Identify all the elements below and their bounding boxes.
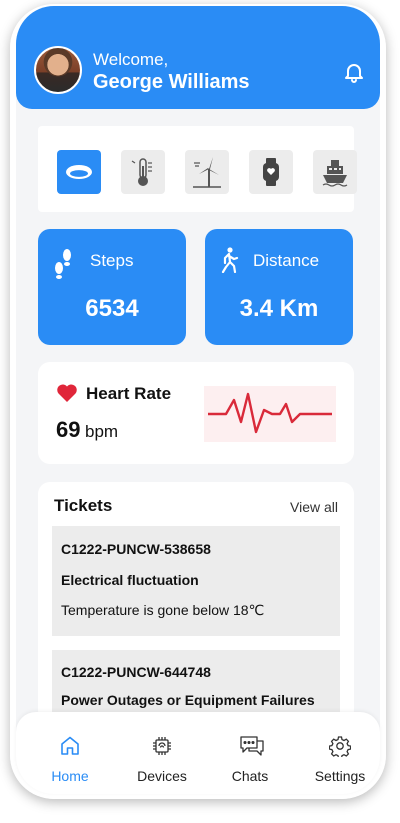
ticket-type: Power Outages or Equipment Failures [61,692,315,708]
tab-devices[interactable]: Devices [117,712,207,794]
thermometer-icon [131,158,152,186]
steps-label: Steps [90,251,134,270]
view-all-link[interactable]: View all [290,499,338,515]
device-smartwatch-button[interactable] [249,150,293,194]
header: Welcome, George Williams [16,6,380,109]
ticket-item[interactable]: C1222-PUNCW-538658 Electrical fluctuatio… [52,526,340,636]
ticket-id: C1222-PUNCW-644748 [61,664,211,680]
tickets-card: Tickets View all C1222-PUNCW-538658 Elec… [38,482,354,722]
heart-rate-unit: bpm [85,422,119,441]
tab-home[interactable]: Home [25,712,115,794]
tickets-title: Tickets [54,496,113,515]
walking-person-icon [221,247,239,273]
steps-card[interactable]: Steps 6534 [38,229,186,345]
heart-rate-title: Heart Rate [86,384,172,403]
steps-value: 6534 [85,295,139,322]
bottom-tab-bar: Home Devices Chats Settings [16,712,380,794]
avatar[interactable] [34,46,82,94]
heart-icon [57,384,77,402]
ecg-chart [204,386,336,442]
distance-label: Distance [253,251,320,270]
device-wind-turbine-button[interactable] [185,150,229,194]
chat-icon [240,736,264,756]
tab-chats-label: Chats [231,768,269,784]
bell-icon[interactable] [342,60,366,84]
ticket-type: Electrical fluctuation [61,572,199,588]
user-name: George Williams [93,71,250,93]
device-ring-button[interactable] [57,150,101,194]
distance-card[interactable]: Distance 3.4 Km [205,229,353,345]
wind-turbine-icon [193,157,221,188]
distance-value: 3.4 Km [239,295,319,322]
tab-home-label: Home [51,768,89,784]
tab-chats[interactable]: Chats [205,712,295,794]
device-thermometer-button[interactable] [121,150,165,194]
device-selector [38,126,357,212]
footprints-icon [55,249,71,279]
heart-rate-card[interactable]: Heart Rate 69 bpm [38,362,354,464]
tab-settings[interactable]: Settings [295,712,385,794]
ring-icon [66,165,92,179]
device-ship-button[interactable] [313,150,357,194]
tab-settings-label: Settings [314,768,366,784]
chip-icon [153,737,171,755]
phone-frame: Welcome, George Williams Steps 6534 Dist… [10,4,386,799]
gear-icon [329,736,351,757]
ticket-id: C1222-PUNCW-538658 [61,541,211,557]
smartwatch-icon [263,158,279,186]
ship-icon [322,160,348,187]
welcome-text: Welcome, [93,50,169,69]
tab-devices-label: Devices [137,768,187,784]
heart-rate-value: 69 [56,417,81,442]
ticket-description: Temperature is gone below 18℃ [61,602,265,618]
home-icon [61,736,79,755]
